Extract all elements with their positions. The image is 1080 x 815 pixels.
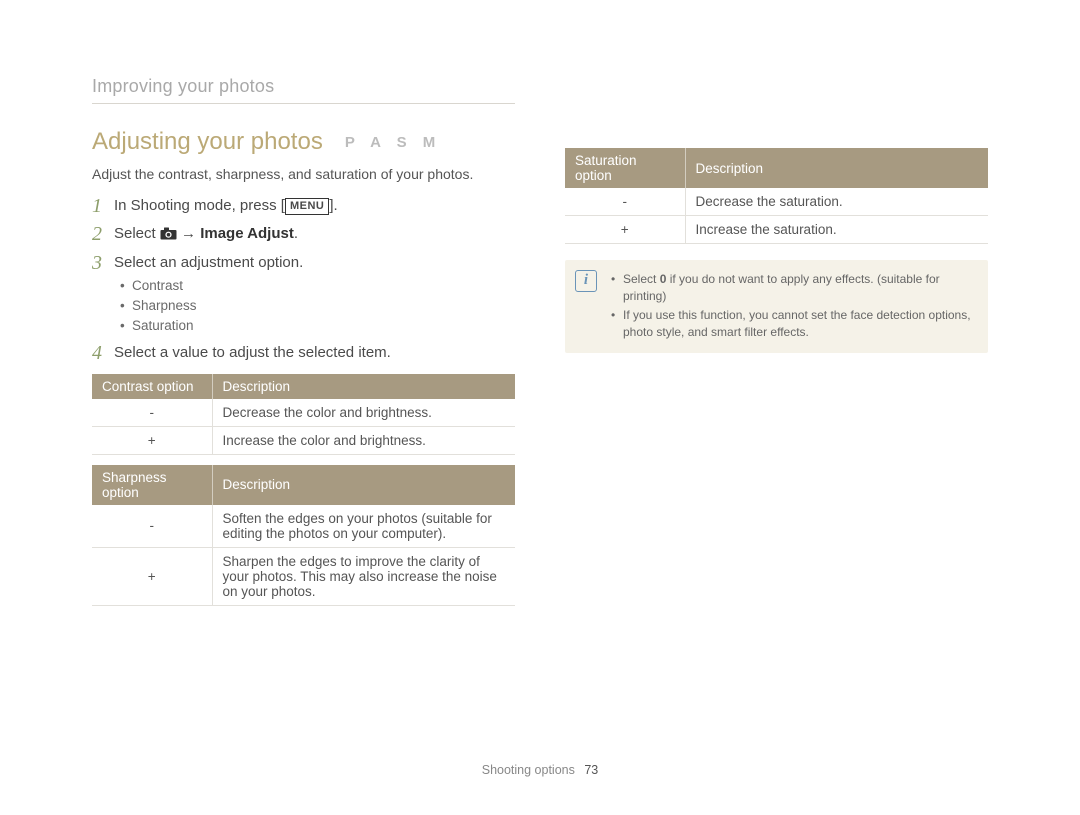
option-sharpness: Sharpness	[120, 297, 515, 315]
table-header: Description	[685, 148, 988, 188]
desc-cell: Increase the saturation.	[685, 216, 988, 244]
step-text: Select	[114, 225, 160, 242]
table-row: + Sharpen the edges to improve the clari…	[92, 547, 515, 605]
option-cell: -	[92, 505, 212, 548]
camera-icon	[160, 227, 177, 240]
step-2: Select → Image Adjust.	[92, 224, 515, 244]
option-saturation: Saturation	[120, 317, 515, 335]
option-cell: +	[565, 216, 685, 244]
step-3: Select an adjustment option. Contrast Sh…	[92, 253, 515, 336]
note-list: Select 0 if you do not want to apply any…	[611, 271, 974, 342]
desc-cell: Soften the edges on your photos (suitabl…	[212, 505, 515, 548]
table-header: Description	[212, 374, 515, 399]
adjustment-options: Contrast Sharpness Saturation	[114, 277, 515, 336]
note-item: If you use this function, you cannot set…	[611, 307, 974, 342]
option-cell: -	[565, 188, 685, 216]
divider	[92, 103, 515, 104]
desc-cell: Sharpen the edges to improve the clarity…	[212, 547, 515, 605]
table-row: - Decrease the color and brightness.	[92, 399, 515, 427]
note-item: Select 0 if you do not want to apply any…	[611, 271, 974, 306]
footer-section: Shooting options	[482, 763, 575, 777]
table-row: - Soften the edges on your photos (suita…	[92, 505, 515, 548]
step-bold-text: Image Adjust	[200, 225, 294, 242]
page-title: Adjusting your photos P A S M	[92, 128, 515, 156]
sharpness-table: Sharpness option Description - Soften th…	[92, 465, 515, 606]
steps-list: In Shooting mode, press [MENU]. Select →…	[92, 196, 515, 364]
contrast-table: Contrast option Description - Decrease t…	[92, 374, 515, 455]
option-cell: -	[92, 399, 212, 427]
step-text: →	[177, 225, 200, 242]
note-icon: i	[575, 270, 597, 292]
step-text: In Shooting mode, press [	[114, 197, 285, 214]
menu-button-label: MENU	[285, 198, 329, 215]
breadcrumb: Improving your photos	[92, 76, 515, 97]
heading-text: Adjusting your photos	[92, 128, 323, 156]
step-text: Select a value to adjust the selected it…	[114, 344, 391, 361]
option-contrast: Contrast	[120, 277, 515, 295]
desc-cell: Decrease the saturation.	[685, 188, 988, 216]
note-text: if you do not want to apply any effects.…	[623, 272, 940, 303]
step-text: Select an adjustment option.	[114, 254, 303, 271]
table-row: - Decrease the saturation.	[565, 188, 988, 216]
left-column: Improving your photos Adjusting your pho…	[92, 76, 515, 614]
table-header: Sharpness option	[92, 465, 212, 505]
table-header: Saturation option	[565, 148, 685, 188]
intro-text: Adjust the contrast, sharpness, and satu…	[92, 166, 515, 182]
table-header: Description	[212, 465, 515, 505]
table-row: + Increase the color and brightness.	[92, 426, 515, 454]
right-column: Saturation option Description - Decrease…	[565, 76, 988, 614]
page-number: 73	[584, 763, 598, 777]
page-content: Improving your photos Adjusting your pho…	[0, 0, 1080, 614]
step-text: ].	[329, 197, 337, 214]
option-cell: +	[92, 547, 212, 605]
step-text: .	[294, 225, 298, 242]
note-text: Select	[623, 272, 660, 286]
table-header: Contrast option	[92, 374, 212, 399]
saturation-table: Saturation option Description - Decrease…	[565, 148, 988, 244]
desc-cell: Decrease the color and brightness.	[212, 399, 515, 427]
step-4: Select a value to adjust the selected it…	[92, 343, 515, 363]
note-box: i Select 0 if you do not want to apply a…	[565, 260, 988, 353]
desc-cell: Increase the color and brightness.	[212, 426, 515, 454]
page-footer: Shooting options 73	[0, 763, 1080, 777]
mode-indicator: P A S M	[345, 134, 441, 151]
step-1: In Shooting mode, press [MENU].	[92, 196, 515, 216]
table-row: + Increase the saturation.	[565, 216, 988, 244]
option-cell: +	[92, 426, 212, 454]
